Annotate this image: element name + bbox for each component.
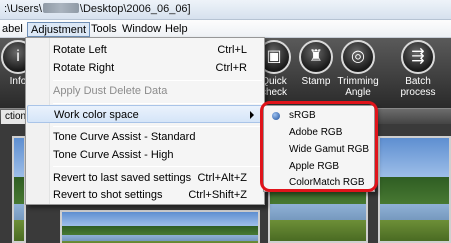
thumbnail[interactable] bbox=[12, 136, 26, 243]
menu-tools[interactable]: Tools bbox=[87, 22, 121, 37]
menu-bar: abel Adjustment Tools Window Help bbox=[0, 20, 451, 38]
redacted-username bbox=[42, 3, 79, 13]
tool-batch-process-label: Batch process bbox=[400, 76, 436, 98]
annotation-highlight bbox=[260, 101, 378, 192]
stamp-icon: ♜ bbox=[299, 40, 333, 74]
menu-window[interactable]: Window bbox=[118, 22, 165, 37]
menu-label[interactable]: abel bbox=[0, 22, 27, 37]
menu-item-apply-dust-delete: Apply Dust Delete Data bbox=[53, 85, 168, 97]
tool-trimming[interactable]: ◎ Trimming Angle bbox=[332, 40, 384, 98]
menu-separator bbox=[53, 126, 262, 127]
thumbnail[interactable] bbox=[378, 136, 451, 243]
menu-item-rotate-left[interactable]: Rotate Left Ctrl+L bbox=[27, 41, 263, 59]
adjustment-menu: Rotate Left Ctrl+L Rotate Right Ctrl+R A… bbox=[25, 37, 265, 205]
batch-process-icon: ⇶ bbox=[401, 40, 435, 74]
submenu-arrow-icon bbox=[250, 111, 254, 119]
menu-item-revert-shot-settings[interactable]: Revert to shot settings Ctrl+Shift+Z bbox=[27, 186, 263, 204]
tool-batch-process[interactable]: ⇶ Batch process bbox=[392, 40, 444, 98]
menu-separator bbox=[53, 80, 262, 81]
window-title: :\Users\ \Desktop\2006_06_06] bbox=[4, 3, 191, 15]
trimming-icon: ◎ bbox=[341, 40, 375, 74]
menu-separator bbox=[53, 103, 262, 104]
menu-item-rotate-right[interactable]: Rotate Right Ctrl+R bbox=[27, 59, 263, 77]
thumbnail[interactable] bbox=[60, 210, 260, 243]
menu-separator bbox=[53, 166, 262, 167]
menu-item-tone-curve-standard[interactable]: Tone Curve Assist - Standard bbox=[27, 128, 263, 146]
menu-item-work-color-space[interactable]: Work color space bbox=[27, 105, 263, 123]
tool-trimming-label: Trimming Angle bbox=[337, 76, 379, 98]
title-path-prefix: :\Users\ bbox=[4, 3, 42, 15]
menu-item-tone-curve-high[interactable]: Tone Curve Assist - High bbox=[27, 146, 263, 164]
title-path-suffix: \Desktop\2006_06_06] bbox=[79, 3, 191, 15]
menu-adjustment[interactable]: Adjustment bbox=[27, 22, 91, 37]
menu-item-revert-last-saved[interactable]: Revert to last saved settings Ctrl+Alt+Z bbox=[27, 169, 263, 187]
menu-help[interactable]: Help bbox=[161, 22, 192, 37]
title-bar: :\Users\ \Desktop\2006_06_06] bbox=[0, 0, 451, 20]
